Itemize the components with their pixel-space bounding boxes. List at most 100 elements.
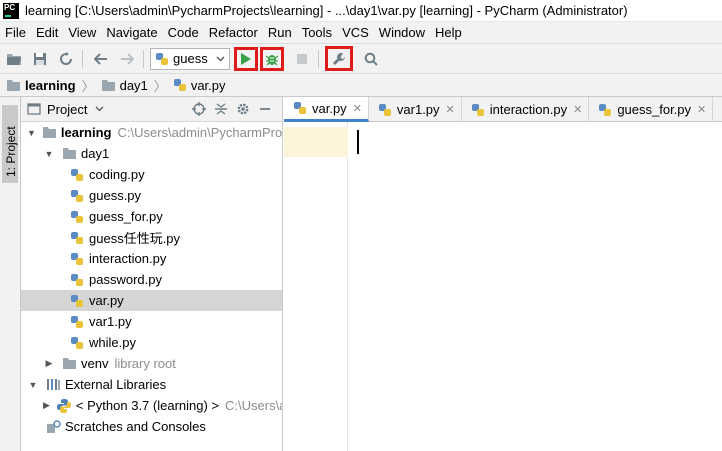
menu-window[interactable]: Window	[374, 22, 430, 43]
tree-item[interactable]: coding.py	[21, 164, 282, 185]
wrench-icon	[333, 52, 345, 65]
menu-tools[interactable]: Tools	[297, 22, 337, 43]
forward-icon[interactable]	[115, 47, 139, 71]
breadcrumb-item-day1[interactable]: day1 〉	[101, 76, 167, 95]
tree-item[interactable]: var1.py	[21, 311, 282, 332]
tree-item[interactable]: ▼ External Libraries	[21, 374, 282, 395]
toolbar-separator	[318, 49, 319, 68]
menu-edit[interactable]: Edit	[31, 22, 63, 43]
current-line-highlight	[284, 127, 348, 157]
close-icon[interactable]: ✕	[446, 103, 455, 116]
back-icon[interactable]	[89, 47, 113, 71]
tree-item-label: interaction.py	[89, 251, 167, 266]
text-caret	[357, 130, 359, 154]
python-file-icon	[69, 251, 85, 267]
menu-code[interactable]: Code	[163, 22, 204, 43]
folder-icon	[101, 79, 115, 91]
chevron-right-icon[interactable]: ▶	[43, 358, 55, 369]
python-file-icon	[597, 102, 613, 118]
hide-panel-icon[interactable]	[254, 100, 276, 118]
tree-item[interactable]: interaction.py	[21, 248, 282, 269]
chevron-right-icon[interactable]: ▶	[43, 400, 50, 411]
menu-vcs[interactable]: VCS	[337, 22, 374, 43]
folder-open-icon[interactable]	[2, 47, 26, 71]
menu-view[interactable]: View	[63, 22, 101, 43]
tree-item[interactable]: ▼ day1	[21, 143, 282, 164]
chevron-down-icon[interactable]: ▼	[27, 128, 36, 138]
tree-item[interactable]: password.py	[21, 269, 282, 290]
run-config-label: guess	[173, 51, 208, 66]
collapse-all-icon[interactable]	[210, 100, 232, 118]
python-file-icon	[377, 102, 393, 118]
menu-file[interactable]: File	[0, 22, 31, 43]
locate-file-icon[interactable]	[188, 100, 210, 118]
menu-bar: File Edit View Navigate Code Refactor Run Tools…	[0, 22, 722, 43]
save-icon[interactable]	[28, 47, 52, 71]
tree-item[interactable]: ▼ learning C:\Users\admin\PycharmProjects\…	[21, 122, 282, 143]
project-tree: ▼ learning C:\Users\admin\PycharmProjects\…	[21, 122, 282, 437]
settings-button[interactable]	[325, 46, 353, 71]
gear-icon[interactable]	[232, 100, 254, 118]
chevron-down-icon[interactable]: ▼	[27, 380, 39, 390]
python-sdk-icon	[56, 398, 72, 414]
project-tool-window-label[interactable]: 1: Project	[4, 126, 18, 177]
search-icon	[364, 52, 378, 66]
folder-icon	[42, 125, 57, 141]
editor-tab[interactable]: interaction.py ✕	[462, 97, 590, 122]
project-view-select[interactable]: Project	[47, 102, 87, 117]
folder-icon	[61, 356, 77, 372]
title-bar: PC learning [C:\Users\admin\PycharmProje…	[0, 0, 722, 22]
chevron-down-icon[interactable]	[95, 106, 104, 112]
tree-item[interactable]: Scratches and Consoles	[21, 416, 282, 437]
project-panel-header: Project	[21, 97, 282, 122]
editor-tab[interactable]: guess_for.py ✕	[589, 97, 714, 122]
tree-item-label: guess任性玩.py	[89, 231, 181, 246]
python-file-icon	[69, 335, 85, 351]
menu-help[interactable]: Help	[430, 22, 467, 43]
tree-item-hint: C:\Users\admin\PycharmProjects\learning	[117, 125, 283, 140]
menu-navigate[interactable]: Navigate	[101, 22, 162, 43]
tree-item-hint: C:\Users\admin	[225, 398, 282, 413]
close-icon[interactable]: ✕	[353, 102, 362, 115]
breadcrumb-item-learning[interactable]: learning 〉	[6, 76, 95, 95]
editor-tab[interactable]: var.py ✕	[284, 97, 369, 122]
tree-item-hint: library root	[114, 356, 176, 371]
stop-button[interactable]	[290, 47, 314, 71]
code-editor[interactable]	[284, 122, 722, 451]
pycharm-logo-icon: PC	[3, 2, 19, 19]
python-file-icon	[69, 167, 85, 183]
menu-run[interactable]: Run	[263, 22, 297, 43]
python-file-icon	[69, 293, 85, 309]
tree-item[interactable]: ▶ < Python 3.7 (learning) > C:\Users\admin	[21, 395, 282, 416]
tree-item-label: guess.py	[89, 188, 142, 203]
close-icon[interactable]: ✕	[697, 103, 706, 116]
main-toolbar: guess	[0, 43, 722, 73]
chevron-down-icon[interactable]: ▼	[43, 149, 55, 159]
python-file-icon	[173, 79, 186, 91]
libraries-icon	[45, 377, 61, 393]
tree-item[interactable]: var.py	[21, 290, 282, 311]
search-everywhere-button[interactable]	[359, 47, 383, 71]
run-config-select[interactable]: guess	[150, 47, 230, 70]
tree-item[interactable]: ▶ venv library root	[21, 353, 282, 374]
breadcrumb-item-var-py[interactable]: var.py	[173, 78, 226, 93]
python-file-icon	[69, 272, 85, 288]
sync-icon[interactable]	[54, 47, 78, 71]
breadcrumb: learning 〉 day1 〉 var.py	[0, 73, 722, 97]
close-icon[interactable]: ✕	[573, 103, 582, 116]
tree-item[interactable]: guess_for.py	[21, 206, 282, 227]
tree-item-label: External Libraries	[65, 377, 167, 392]
tree-item[interactable]: while.py	[21, 332, 282, 353]
tree-item-label: venv	[81, 356, 109, 371]
python-file-icon	[69, 209, 85, 225]
debug-button[interactable]	[260, 46, 284, 71]
run-button[interactable]	[234, 46, 258, 71]
tree-item-label: var.py	[89, 293, 124, 308]
debug-icon	[265, 54, 279, 65]
python-file-icon	[69, 230, 85, 246]
tree-item[interactable]: guess任性玩.py	[21, 227, 282, 248]
tree-item[interactable]: guess.py	[21, 185, 282, 206]
editor-tab[interactable]: var1.py ✕	[369, 97, 462, 122]
menu-refactor[interactable]: Refactor	[204, 22, 263, 43]
editor-tabs: var.py ✕ var1.py ✕ interaction.py ✕ guess_for.…	[284, 97, 722, 122]
